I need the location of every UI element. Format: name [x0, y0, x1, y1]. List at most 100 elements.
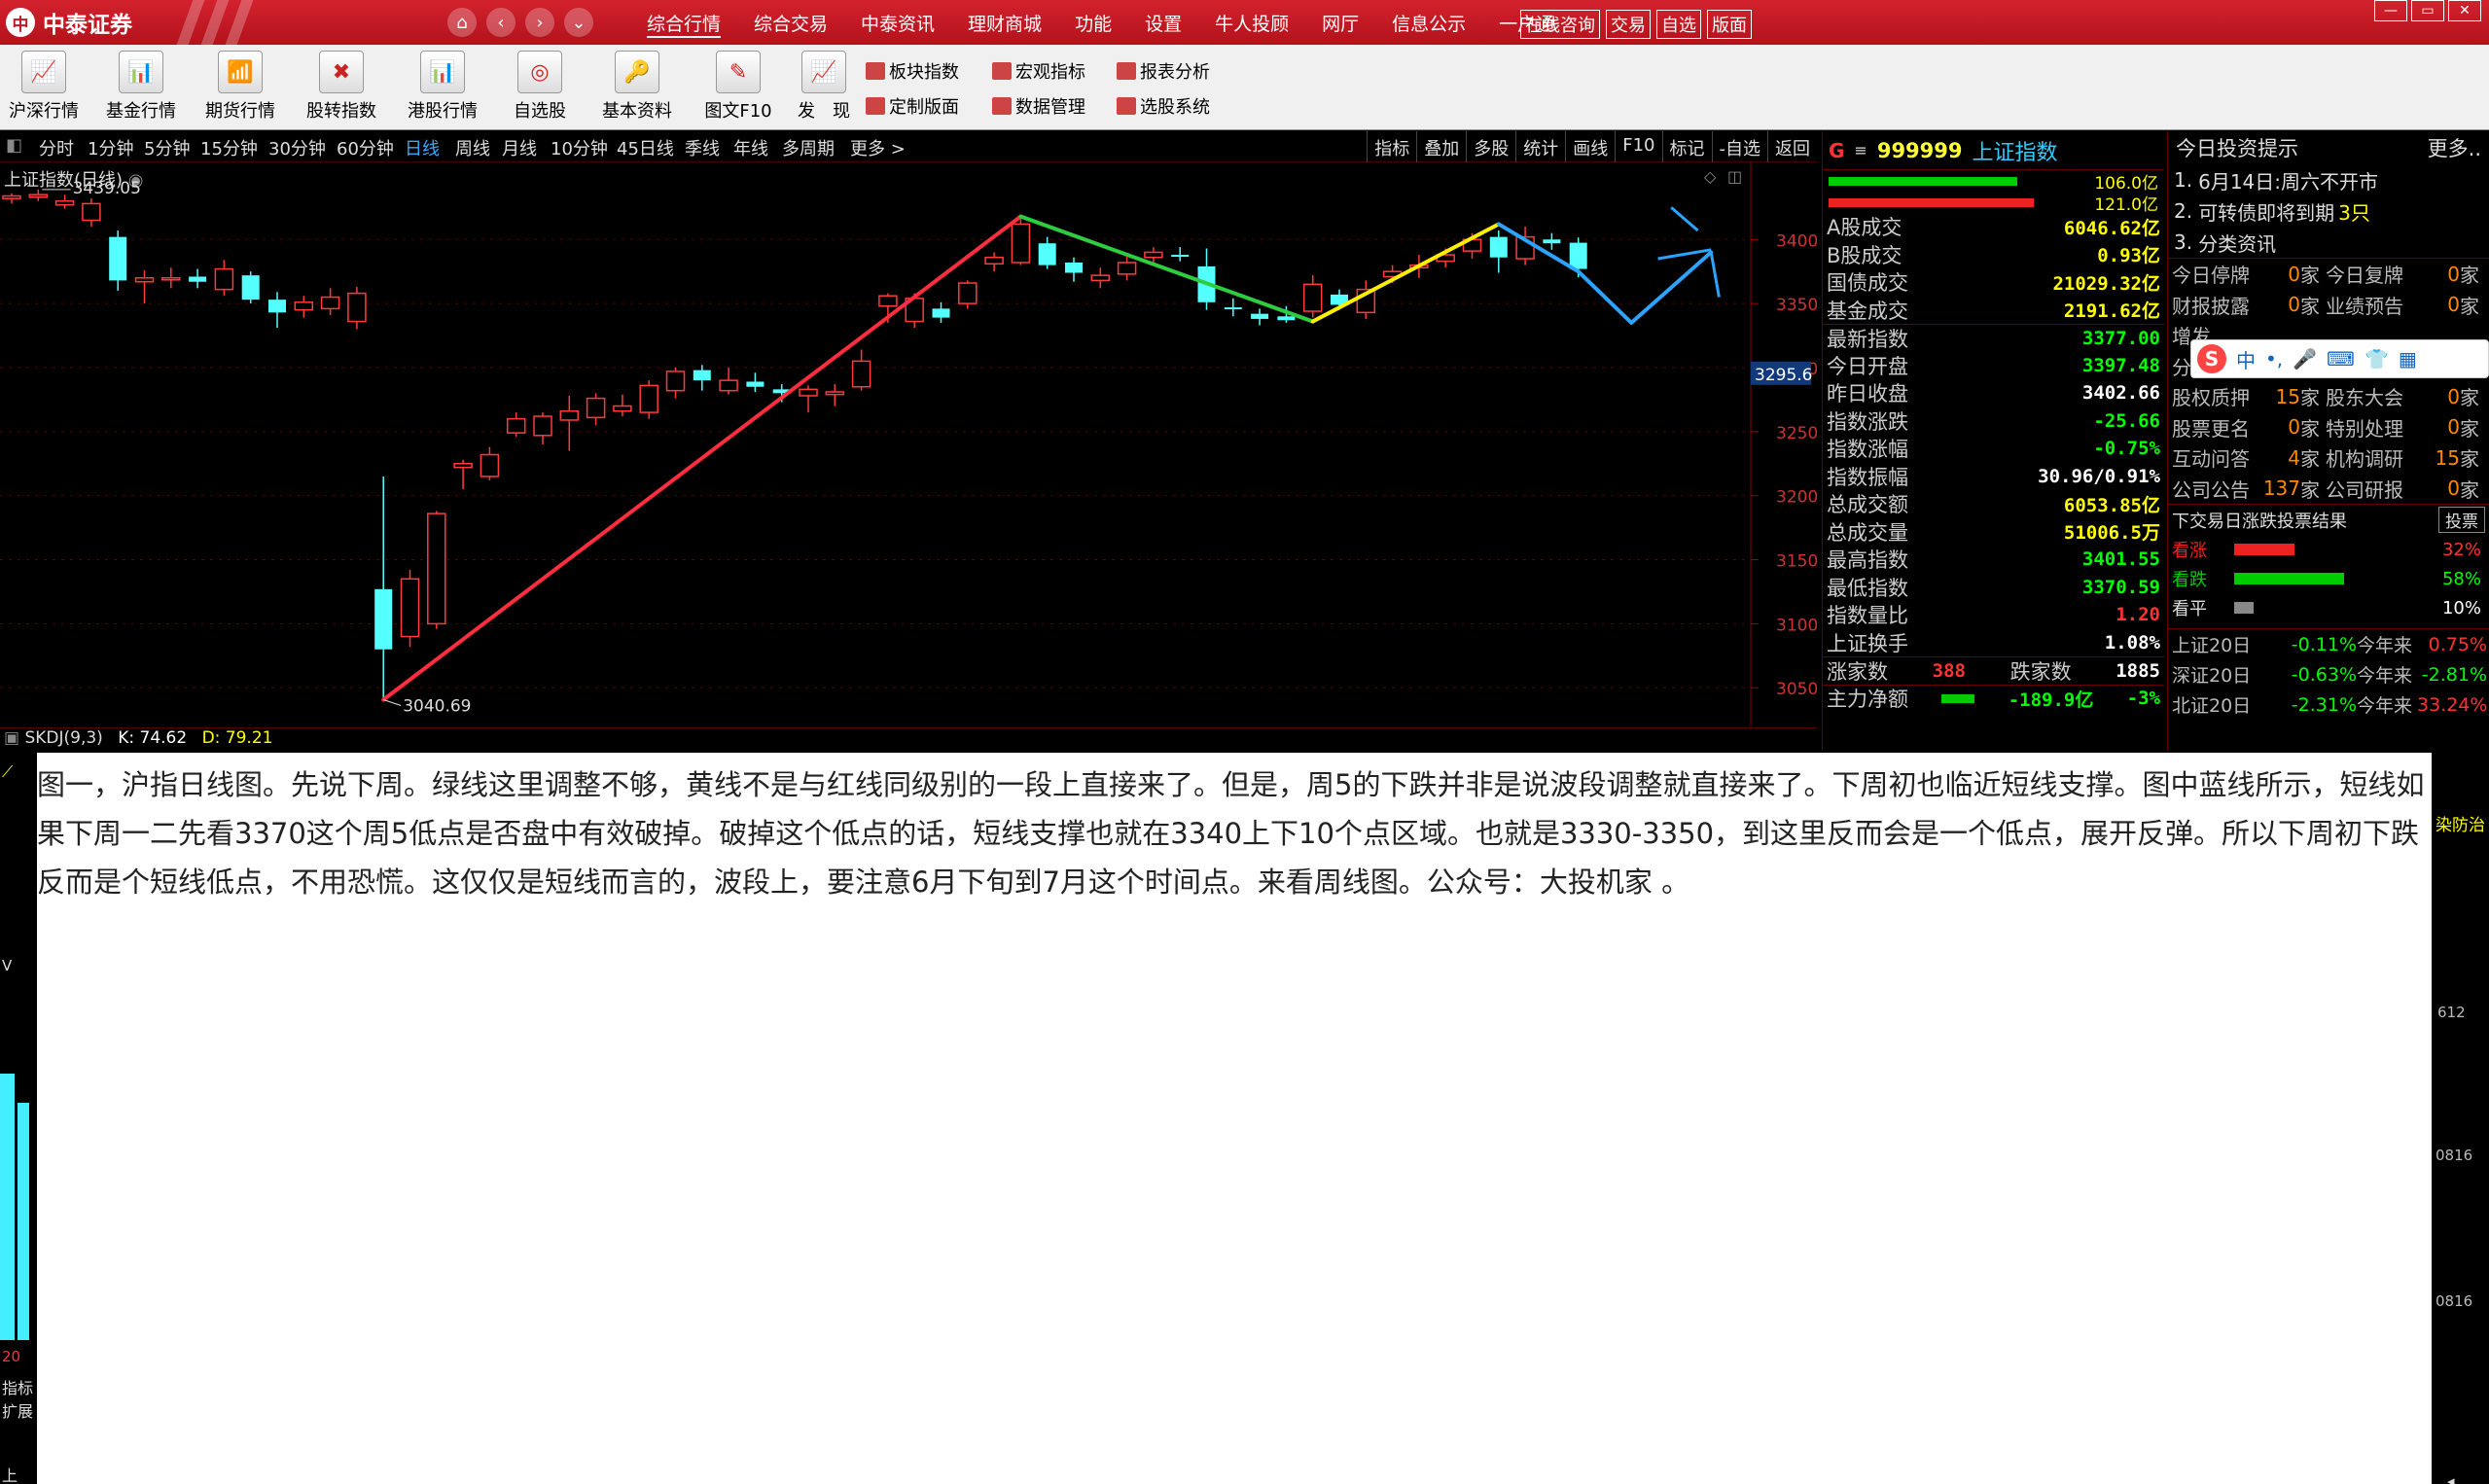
chart-tool-button[interactable]: F10	[1615, 131, 1661, 162]
period-tab[interactable]: 更多 >	[850, 135, 906, 160]
top-menu-item[interactable]: 综合交易	[754, 10, 828, 38]
info-item-text: 分类资讯	[2198, 231, 2277, 256]
top-menu-item[interactable]: 综合行情	[647, 10, 722, 38]
toolbar-button[interactable]: 📊 基金行情	[97, 51, 185, 123]
chart-tool-button[interactable]: 指标	[1367, 131, 1416, 162]
chart-tool-button[interactable]: 标记	[1661, 131, 1712, 162]
info-item[interactable]: 2. 可转债即将到期 3只	[2168, 195, 2489, 227]
info-stat-row[interactable]: 股权质押 15 家股东大会 0 家	[2168, 381, 2489, 412]
quote-menu-icon[interactable]: ≡	[1854, 141, 1867, 159]
toolbar-button[interactable]: 🔑 基本资料	[593, 51, 681, 123]
top-button[interactable]: 版面	[1707, 10, 1752, 39]
sidebar-toggle-icon[interactable]: ◧	[6, 135, 22, 156]
info-item[interactable]: 3. 分类资讯	[2168, 227, 2489, 258]
top-button[interactable]: 自选	[1656, 10, 1701, 39]
quote-row-value: 6046.62亿	[2063, 217, 2160, 239]
chart-tool-button[interactable]: 返回	[1767, 131, 1817, 162]
toolbar-button[interactable]: 📈 沪深行情	[0, 51, 88, 123]
quote-row-value: 30.96/0.91%	[2038, 465, 2160, 487]
period-tab[interactable]: 季线	[685, 135, 720, 160]
period-tab[interactable]: 周线	[455, 135, 490, 160]
chart-tool-button[interactable]: -自选	[1711, 131, 1768, 162]
toolbar-small-button[interactable]: 选股系统	[1117, 93, 1210, 119]
top-button[interactable]: 在线咨询	[1520, 10, 1600, 39]
minimize-icon[interactable]: —	[2374, 0, 2407, 21]
toolbar-small-button[interactable]: 数据管理	[992, 93, 1085, 119]
period-tab[interactable]: 10分钟	[551, 135, 608, 160]
top-menu-item[interactable]: 理财商城	[968, 10, 1042, 38]
period-tab[interactable]: 15分钟	[200, 135, 258, 160]
toolbar-button[interactable]: 📶 期货行情	[196, 51, 284, 123]
toolbar-small-button[interactable]: 板块指数	[866, 58, 959, 84]
info-stat-row[interactable]: 公司公告 137 家公司研报 0 家	[2168, 474, 2489, 505]
left-tab-indicator[interactable]: 指标	[2, 1375, 33, 1398]
back-icon[interactable]: ‹	[486, 8, 516, 37]
volume-bar	[0, 1074, 15, 1340]
indicator-name[interactable]: SKDJ(9,3)	[24, 728, 102, 748]
chart-expand-icon[interactable]: ◫	[1727, 167, 1742, 186]
info-more-link[interactable]: 更多..	[2428, 133, 2481, 162]
ime-toolbar[interactable]: S 中 •, 🎤 ⌨ 👕 ▦	[2190, 339, 2489, 378]
toolbar-small-label: 选股系统	[1140, 97, 1210, 118]
candle-body	[427, 512, 446, 625]
volume-compare-row: 106.0亿	[1823, 170, 2164, 194]
top-menu-item[interactable]: 牛人投顾	[1215, 10, 1289, 38]
period-tab[interactable]: 30分钟	[268, 135, 326, 160]
indicator-toggle-icon[interactable]: ▣	[4, 728, 19, 748]
info-stat-row[interactable]: 今日停牌 0 家今日复牌 0 家	[2168, 259, 2489, 290]
info-stat-row[interactable]: 财报披露 0 家业绩预告 0 家	[2168, 290, 2489, 321]
chart-tool-button[interactable]: 多股	[1466, 131, 1515, 162]
vote-button[interactable]: 投票	[2438, 507, 2485, 533]
toolbar-button[interactable]: ✎ 图文F10	[694, 51, 782, 123]
period-tab[interactable]: 60分钟	[337, 135, 394, 160]
chart-tool-button[interactable]: 叠加	[1416, 131, 1466, 162]
ime-punct-icon[interactable]: •,	[2265, 347, 2283, 371]
ime-grid-icon[interactable]: ▦	[2399, 347, 2417, 371]
ime-item[interactable]: 中	[2236, 345, 2256, 373]
stat-value: 0	[2447, 262, 2460, 286]
top-menu-item[interactable]: 设置	[1145, 10, 1182, 38]
period-tab[interactable]: 年线	[733, 135, 768, 160]
ime-keyboard-icon[interactable]: ⌨	[2327, 347, 2355, 371]
left-tab-extend[interactable]: 扩展	[2, 1398, 33, 1422]
toolbar-small-button[interactable]: 定制版面	[866, 93, 959, 119]
info-item[interactable]: 1. 6月14日:周六不开市	[2168, 164, 2489, 195]
toolbar-small-button[interactable]: 报表分析	[1117, 58, 1210, 84]
period-tab[interactable]: 日线	[405, 135, 440, 160]
dropdown-icon[interactable]: ⌄	[564, 8, 593, 37]
home-icon[interactable]: ⌂	[447, 8, 477, 37]
candle-body	[1251, 313, 1269, 319]
ime-mic-icon[interactable]: 🎤	[2293, 347, 2317, 371]
chart-tool-button[interactable]: 统计	[1515, 131, 1565, 162]
info-stat-row[interactable]: 股票更名 0 家特别处理 0 家	[2168, 412, 2489, 443]
kline-chart[interactable]: 上证指数(日线) ◉ 34003350330032503200315031003…	[0, 162, 1817, 726]
toolbar-button[interactable]: 📊 港股行情	[399, 51, 486, 123]
period-tab[interactable]: 1分钟	[88, 135, 133, 160]
top-menu-item[interactable]: 功能	[1075, 10, 1112, 38]
volume-bar	[18, 1103, 29, 1340]
toolbar-button[interactable]: ✖ 股转指数	[298, 51, 385, 123]
title-stripe	[225, 0, 254, 45]
toolbar-button[interactable]: 📈 发 现	[780, 51, 868, 123]
toolbar-small-button[interactable]: 宏观指标	[992, 58, 1085, 84]
top-menu-item[interactable]: 信息公示	[1392, 10, 1466, 38]
chart-diamond-icon[interactable]: ◇	[1704, 167, 1717, 186]
period-tab[interactable]: 分时	[39, 135, 74, 160]
period-tab[interactable]: 5分钟	[144, 135, 190, 160]
maximize-icon[interactable]: ▭	[2411, 0, 2444, 21]
top-menu-item[interactable]: 中泰资讯	[861, 10, 935, 38]
scroll-arrow-icon[interactable]: ◂	[2447, 1472, 2455, 1484]
left-tab-bottom[interactable]: 上	[2, 1463, 18, 1484]
chart-tool-button[interactable]: 画线	[1565, 131, 1615, 162]
period-tab[interactable]: 45日线	[617, 135, 674, 160]
top-button[interactable]: 交易	[1606, 10, 1651, 39]
top-menu-item[interactable]: 网厅	[1322, 10, 1359, 38]
period-tab[interactable]: 月线	[502, 135, 537, 160]
close-icon[interactable]: ✕	[2448, 0, 2481, 21]
stat-value: 0	[2447, 384, 2460, 408]
ime-skin-icon[interactable]: 👕	[2365, 347, 2389, 371]
period-tab[interactable]: 多周期	[782, 135, 835, 160]
info-stat-row[interactable]: 互动问答 4 家机构调研 15 家	[2168, 442, 2489, 474]
forward-icon[interactable]: ›	[525, 8, 554, 37]
toolbar-button[interactable]: ◎ 自选股	[496, 51, 584, 123]
